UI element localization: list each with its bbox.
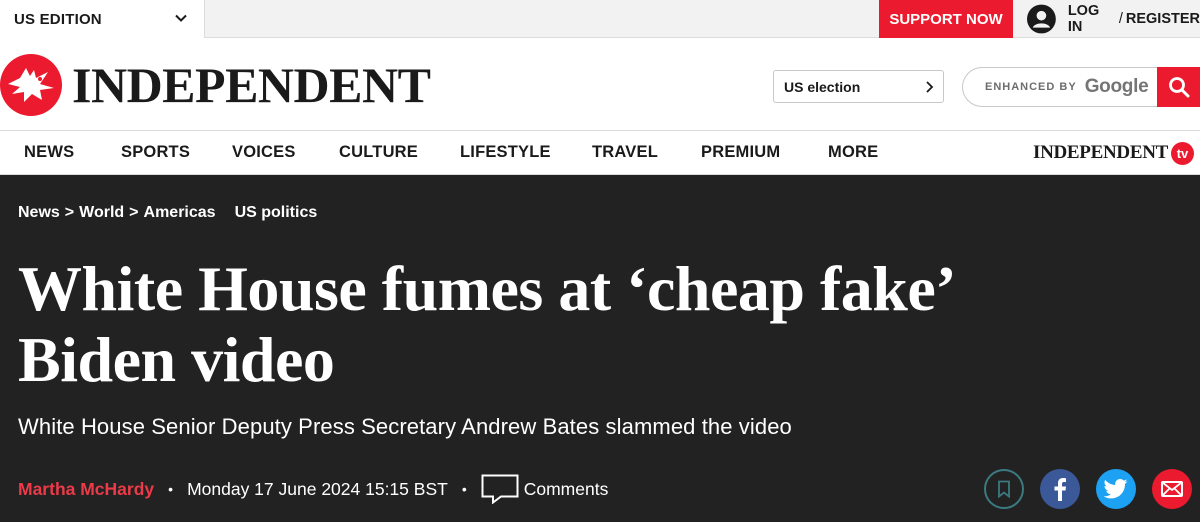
us-election-link[interactable]: US election [773,70,944,103]
eagle-logo-icon[interactable] [0,54,62,116]
comments-link[interactable]: Comments [481,474,609,504]
comments-label: Comments [523,478,609,499]
search-google-label: Google [1084,76,1149,97]
bookmark-icon [998,480,1010,498]
author-link[interactable]: Martha McHardy [18,479,154,500]
tv-badge: tv [1171,141,1194,165]
login-register-link[interactable]: LOG IN / REGISTER [1027,0,1200,38]
breadcrumb-americas[interactable]: Americas [144,204,216,222]
chevron-right-icon [926,81,934,93]
nav-item-lifestyle[interactable]: LIFESTYLE [460,131,551,174]
register-label: REGISTER [1125,11,1200,27]
nav-item-premium[interactable]: PREMIUM [701,131,780,174]
article-standfirst: White House Senior Deputy Press Secretar… [18,414,792,439]
top-bar: US EDITION SUPPORT NOW LOG IN / REGISTER [0,0,1200,38]
nav-item-voices[interactable]: VOICES [232,131,296,174]
twitter-icon [1104,479,1128,499]
headline-line-2: Biden video [18,324,335,395]
breadcrumb-world[interactable]: World [79,204,124,222]
nav-item-news[interactable]: NEWS [24,131,74,174]
site-logo-wordmark[interactable]: INDEPENDENT [72,57,431,113]
bookmark-button[interactable] [984,469,1024,509]
comment-bubble-icon [481,474,519,504]
login-separator: / [1118,11,1123,27]
topic-tag-us-politics[interactable]: US politics [235,204,318,222]
login-label: LOG IN [1067,3,1100,35]
facebook-icon [1054,478,1066,501]
us-election-label: US election [784,78,861,95]
chevron-down-icon [175,14,187,22]
search-button[interactable] [1157,67,1200,107]
publish-date: Monday 17 June 2024 15:15 BST [187,478,448,499]
nav-item-sports[interactable]: SPORTS [121,131,190,174]
nav-item-culture[interactable]: CULTURE [339,131,418,174]
byline-dot: • [168,481,174,497]
article-headline: White House fumes at ‘cheap fake’ Biden … [18,253,1178,395]
share-twitter-button[interactable] [1096,469,1136,509]
user-avatar-icon [1027,4,1056,34]
main-nav: NEWS SPORTS VOICES CULTURE LIFESTYLE TRA… [0,131,1200,175]
search-icon [1168,77,1189,98]
support-now-button[interactable]: SUPPORT NOW [879,0,1013,38]
independent-tv-wordmark: INDEPENDENT [1033,142,1168,163]
nav-item-travel[interactable]: TRAVEL [592,131,658,174]
search-enhanced-by: ENHANCED BY [985,81,1077,93]
nav-item-more[interactable]: MORE [828,131,878,174]
masthead: INDEPENDENT US election ENHANCED BY Goog… [0,39,1200,131]
breadcrumb-separator: > [129,204,139,221]
headline-line-1: White House fumes at ‘cheap fake’ [18,253,957,324]
edition-selector[interactable]: US EDITION [0,0,205,38]
share-facebook-button[interactable] [1040,469,1080,509]
share-email-button[interactable] [1152,469,1192,509]
article-header: News > World > Americas US politics Whit… [0,175,1200,522]
independent-tv-link[interactable]: INDEPENDENT tv [1033,140,1194,166]
breadcrumb: News > World > Americas US politics [18,204,317,222]
byline: Martha McHardy • Monday 17 June 2024 15:… [18,474,609,504]
edition-label: US EDITION [14,10,102,28]
email-icon [1161,481,1183,497]
byline-dot: • [461,481,467,497]
breadcrumb-news[interactable]: News [18,204,60,222]
breadcrumb-separator: > [64,204,75,221]
